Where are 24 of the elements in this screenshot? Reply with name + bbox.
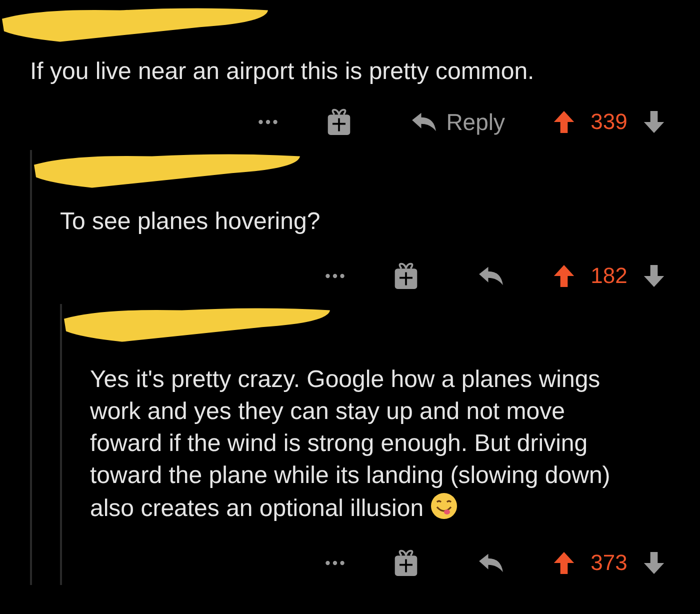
downvote-icon[interactable] [643,110,665,134]
reply-button[interactable] [477,552,505,574]
reply-icon [410,111,438,133]
vote-score: 373 [590,550,628,576]
upvote-icon[interactable] [553,110,575,134]
reply-button[interactable] [477,265,505,287]
comment-text: If you live near an airport this is pretty common. [30,58,534,85]
reply-icon [477,265,505,287]
upvote-icon[interactable] [553,264,575,288]
comment-text: Yes it's pretty crazy. Google how a planes wings work and yes they can stay up and not move foward if the wind is strong enough. But driving toward the plane while its landing (slowing down) also creates an optional illusion [90,366,610,522]
vote-score: 182 [590,263,628,289]
more-icon[interactable] [325,560,345,566]
reply-icon [477,552,505,574]
gift-icon[interactable] [393,262,419,290]
downvote-icon[interactable] [643,551,665,575]
gift-icon[interactable] [393,549,419,577]
comment-text: To see planes hovering? [60,208,320,235]
gift-icon[interactable] [326,108,352,136]
more-icon[interactable] [325,273,345,279]
reply-button[interactable]: Reply [410,108,505,136]
vote-score: 339 [590,109,628,135]
downvote-icon[interactable] [643,264,665,288]
upvote-icon[interactable] [553,551,575,575]
more-icon[interactable] [258,119,278,125]
